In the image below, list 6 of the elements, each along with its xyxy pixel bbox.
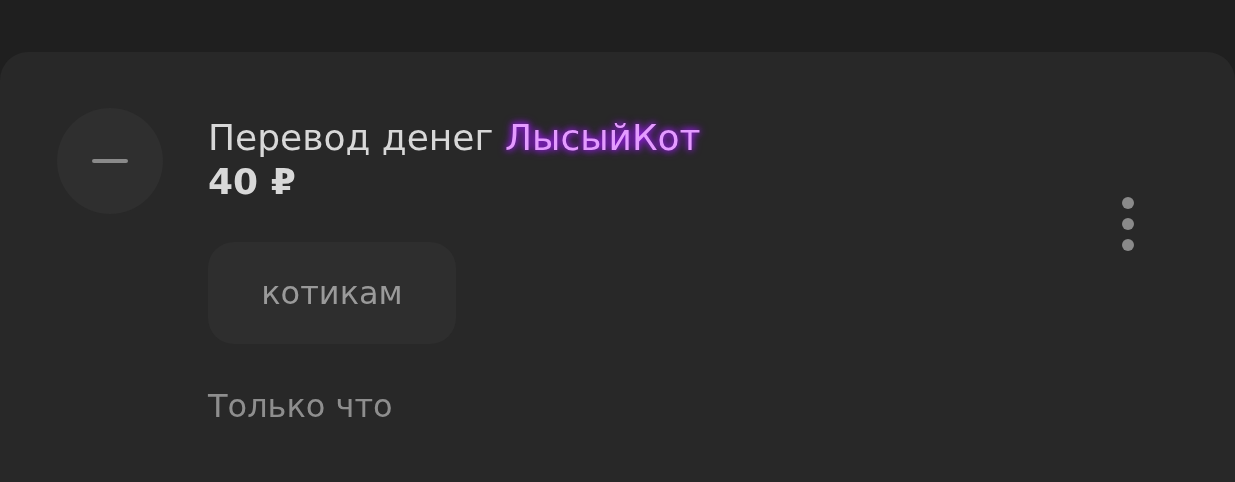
notification-title: Перевод денег ЛысыйКот — [208, 116, 702, 160]
timestamp: Только что — [208, 386, 394, 427]
message-bubble: котикам — [208, 242, 456, 344]
amount-text: 40 ₽ — [208, 160, 297, 204]
minus-icon — [92, 159, 128, 163]
more-options-icon[interactable] — [1121, 196, 1135, 252]
